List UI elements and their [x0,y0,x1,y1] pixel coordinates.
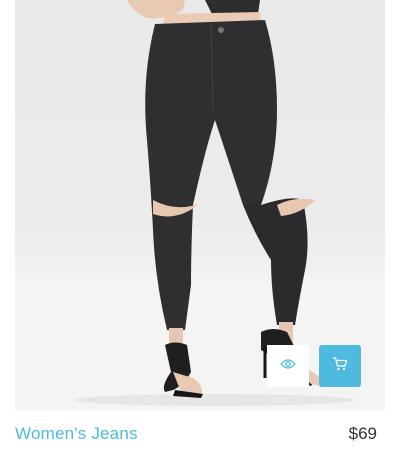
quick-view-button[interactable] [267,345,309,387]
add-to-cart-button[interactable] [319,345,361,387]
product-title-link[interactable]: Women's Jeans [15,424,138,444]
product-price: $69 [348,424,377,443]
eye-icon [280,357,296,375]
cart-icon [332,356,348,376]
product-card: Women's Jeans $69 [0,0,400,470]
